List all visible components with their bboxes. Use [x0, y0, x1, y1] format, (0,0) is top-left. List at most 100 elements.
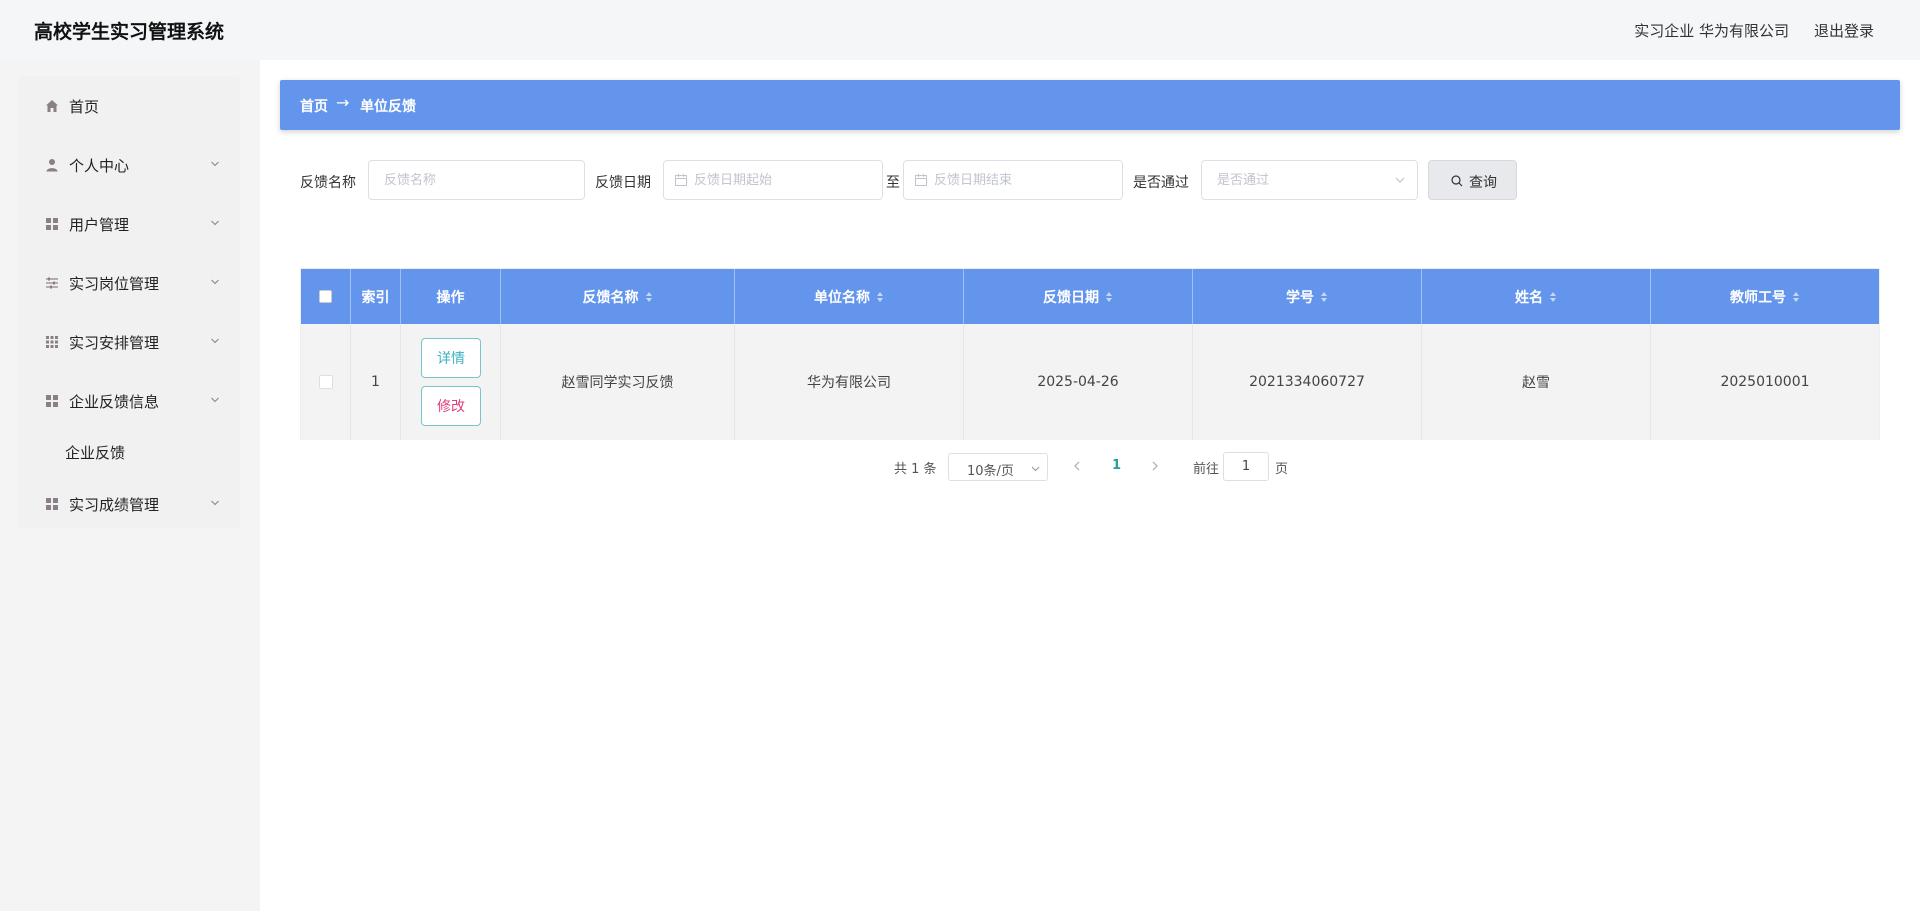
cell-feedback-date: 2025-04-26	[964, 324, 1193, 440]
edit-button[interactable]: 修改	[421, 386, 481, 426]
goto-page-input[interactable]	[1223, 452, 1269, 481]
header-operation-label: 操作	[436, 289, 465, 306]
header-index-label: 索引	[361, 289, 390, 306]
header-feedback-date-label: 反馈日期	[1043, 289, 1099, 306]
sidebar-item-label: 用户管理	[69, 216, 130, 234]
cell-company-name: 华为有限公司	[735, 324, 964, 440]
header-teacher-no-label: 教师工号	[1730, 289, 1786, 306]
sort-icon[interactable]	[1105, 291, 1113, 303]
header-teacher-no[interactable]: 教师工号	[1651, 269, 1879, 324]
date-end-input[interactable]	[903, 160, 1123, 200]
table-header-row: 索引 操作 反馈名称 单位名称 反馈日期 学号 姓名 教师工号	[301, 269, 1879, 324]
page-suffix-label: 页	[1275, 462, 1289, 477]
sidebar-item-label: 个人中心	[69, 157, 130, 175]
query-button-label: 查询	[1469, 175, 1497, 191]
header-feedback-name-label: 反馈名称	[582, 289, 639, 306]
cell-name-value: 赵雪	[1522, 375, 1550, 391]
cell-teacher-no-value: 2025010001	[1720, 374, 1810, 390]
sidebar-area: 首页 个人中心 用户管理 实习岗位管理 实习安排管理 企业反馈信息 企业反馈 实…	[0, 60, 260, 911]
sort-icon[interactable]	[1320, 291, 1328, 303]
submenu-item-company-feedback[interactable]: 企业反馈	[65, 442, 125, 463]
feedback-table: 索引 操作 反馈名称 单位名称 反馈日期 学号 姓名 教师工号 1 详情 修改 …	[300, 268, 1880, 440]
header-operation: 操作	[401, 269, 501, 324]
cell-index-value: 1	[371, 374, 380, 390]
cell-feedback-name: 赵雪同学实习反馈	[501, 324, 735, 440]
sidebar-item-grades[interactable]: 实习成绩管理	[18, 484, 240, 524]
header-feedback-date[interactable]: 反馈日期	[964, 269, 1193, 324]
grid-icon	[46, 498, 58, 510]
header-company-name[interactable]: 单位名称	[735, 269, 964, 324]
cell-feedback-date-value: 2025-04-26	[1037, 374, 1119, 390]
chevron-right-icon[interactable]	[1150, 460, 1160, 472]
cell-name: 赵雪	[1422, 324, 1651, 440]
date-start-input[interactable]	[663, 160, 883, 200]
user-icon	[46, 159, 58, 172]
sidebar-item-label: 企业反馈信息	[69, 393, 160, 411]
chevron-down-icon	[211, 338, 219, 344]
detail-button[interactable]: 详情	[421, 338, 481, 378]
cell-student-no-value: 2021334060727	[1249, 374, 1365, 390]
sidebar-item-positions[interactable]: 实习岗位管理	[18, 263, 240, 303]
sidebar-menu: 首页 个人中心 用户管理 实习岗位管理 实习安排管理 企业反馈信息 企业反馈 实…	[18, 76, 240, 528]
cell-company-name-value: 华为有限公司	[807, 375, 891, 391]
header-company-name-label: 单位名称	[814, 289, 870, 306]
sort-icon[interactable]	[876, 291, 884, 303]
logout-button[interactable]: 退出登录	[1814, 20, 1874, 41]
select-all-cell	[301, 269, 351, 324]
header-name-label: 姓名	[1515, 289, 1543, 306]
sliders-icon	[46, 277, 58, 289]
grid-dots-icon	[46, 336, 58, 348]
cell-teacher-no: 2025010001	[1651, 324, 1879, 440]
pass-select[interactable]	[1201, 160, 1418, 200]
page-number-current[interactable]: 1	[1112, 458, 1121, 473]
sidebar-item-home[interactable]: 首页	[18, 86, 240, 126]
header-student-no[interactable]: 学号	[1193, 269, 1422, 324]
sidebar-item-label: 实习岗位管理	[69, 275, 160, 293]
calendar-icon	[675, 174, 687, 186]
row-checkbox[interactable]	[318, 375, 333, 389]
row-select-cell	[301, 324, 351, 440]
breadcrumb: 首页 → 单位反馈	[280, 80, 1900, 130]
pagination-total: 共 1 条	[894, 462, 937, 477]
chevron-down-icon	[211, 220, 219, 226]
sidebar-item-label: 实习安排管理	[69, 334, 160, 352]
top-right-actions: 实习企业 华为有限公司 退出登录	[1634, 20, 1874, 41]
user-info[interactable]: 实习企业 华为有限公司	[1634, 20, 1789, 41]
sort-icon[interactable]	[645, 291, 653, 303]
breadcrumb-home[interactable]: 首页	[300, 96, 328, 116]
cell-feedback-name-value: 赵雪同学实习反馈	[561, 375, 674, 391]
grid-icon	[46, 218, 58, 230]
pass-label: 是否通过	[1133, 175, 1189, 191]
chevron-down-icon	[211, 500, 219, 506]
select-all-checkbox[interactable]	[319, 290, 332, 303]
top-bar: 高校学生实习管理系统 实习企业 华为有限公司 退出登录	[0, 0, 1920, 60]
feedback-date-label: 反馈日期	[595, 175, 651, 191]
sidebar-item-personal[interactable]: 个人中心	[18, 145, 240, 185]
sidebar-item-users[interactable]: 用户管理	[18, 204, 240, 244]
chevron-left-icon[interactable]	[1072, 460, 1082, 472]
query-button[interactable]: 查询	[1428, 160, 1517, 200]
search-icon	[1451, 175, 1463, 187]
chevron-down-icon	[211, 161, 219, 167]
breadcrumb-current: 单位反馈	[360, 99, 416, 115]
cell-index: 1	[351, 324, 401, 440]
sidebar-item-label: 实习成绩管理	[69, 496, 160, 514]
chevron-down-icon	[211, 279, 219, 285]
sidebar-item-feedback[interactable]: 企业反馈信息	[18, 381, 240, 421]
cell-student-no: 2021334060727	[1193, 324, 1422, 440]
feedback-name-input[interactable]	[368, 160, 585, 200]
app-title: 高校学生实习管理系统	[34, 21, 225, 43]
sidebar-item-label: 首页	[69, 98, 100, 116]
chevron-up-icon	[211, 397, 219, 403]
feedback-name-label: 反馈名称	[300, 175, 356, 191]
sidebar-item-arrangements[interactable]: 实习安排管理	[18, 322, 240, 362]
header-name[interactable]: 姓名	[1422, 269, 1651, 324]
page-size-select[interactable]: 10条/页	[948, 453, 1048, 481]
table-row: 1 详情 修改 赵雪同学实习反馈 华为有限公司 2025-04-26 20213…	[301, 324, 1879, 440]
sort-icon[interactable]	[1549, 291, 1557, 303]
header-feedback-name[interactable]: 反馈名称	[501, 269, 735, 324]
sort-icon[interactable]	[1792, 291, 1800, 303]
date-range-separator: 至	[886, 175, 900, 191]
calendar-icon	[915, 174, 927, 186]
cell-operation: 详情 修改	[401, 324, 501, 440]
